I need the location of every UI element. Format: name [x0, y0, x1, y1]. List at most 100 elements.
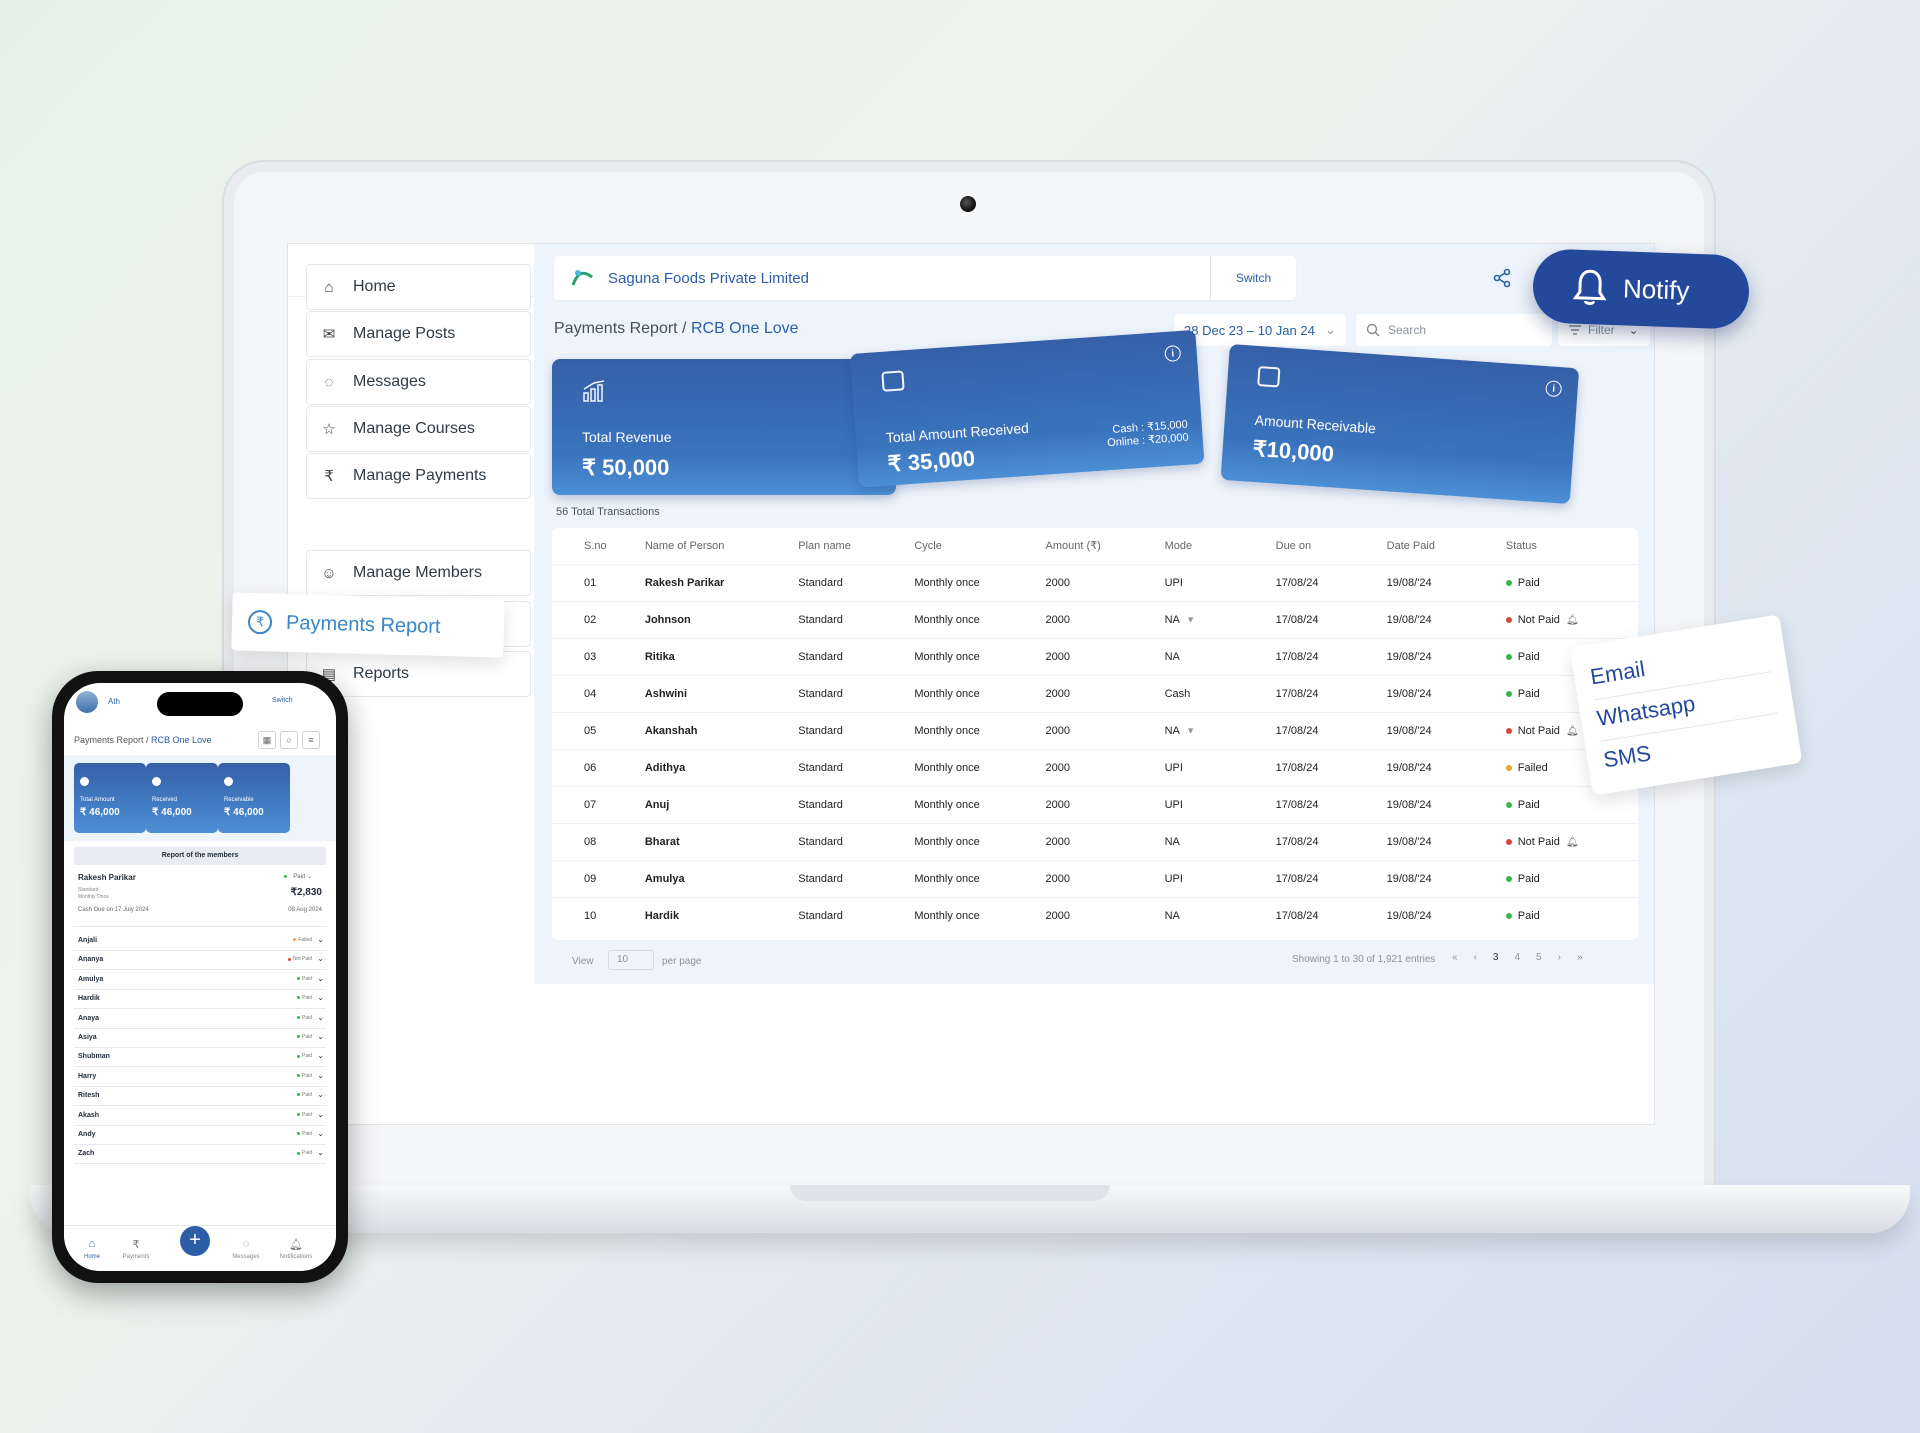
tab-home[interactable]: Home [70, 1254, 114, 1260]
status-badge: Not Paid 🔔︎ [1505, 600, 1638, 638]
phone-org-name: Ath [108, 697, 121, 706]
table-row[interactable]: 10 Hardik Standard Monthly once 2000 NA 17/08/… [552, 896, 1638, 934]
page-link[interactable]: ‹ [1474, 952, 1477, 963]
cell-name: Akanshah [644, 711, 799, 749]
table-row[interactable]: 04 Ashwini Standard Monthly once 2000 Cash 17/… [552, 674, 1638, 712]
column-header[interactable]: S.no [552, 528, 645, 564]
cell-plan: Standard [798, 859, 915, 897]
phone-member-expanded[interactable]: Rakesh Parikar Paid ⌄ ₹2,830 Standard Mon… [74, 867, 326, 927]
bell-icon[interactable]: 🔔︎ [1566, 615, 1579, 626]
chevron-down-icon[interactable]: ⌄ [317, 1110, 324, 1119]
phone-summary-card[interactable]: Total Amount ₹ 46,000 [74, 763, 146, 833]
sidebar-item-messages[interactable]: ◌ Messages [306, 359, 531, 405]
chevron-down-icon[interactable]: ⌄ [317, 954, 324, 963]
cell-mode: NA [1164, 896, 1276, 934]
phone-summary-card[interactable]: Receivable ₹ 46,000 [218, 763, 290, 833]
tab-messages[interactable]: Messages [224, 1254, 268, 1260]
page-link[interactable]: » [1577, 952, 1583, 963]
tab-notifications[interactable]: Notifications [274, 1254, 318, 1260]
share-icon[interactable] [1492, 268, 1512, 288]
cell-sno: 01 [552, 563, 645, 601]
phone-summary-card[interactable]: Received ₹ 46,000 [146, 763, 218, 833]
tab-payments[interactable]: Payments [114, 1254, 158, 1260]
bell-icon: 🔔︎ [289, 1239, 303, 1251]
phone-report-title: Report of the members [74, 847, 326, 865]
cell-mode: NA [1164, 637, 1276, 675]
total-received-card[interactable]: i Total Amount Received ₹ 35,000 Cash : … [850, 329, 1205, 488]
info-icon[interactable]: i [1164, 344, 1182, 363]
phone-switch-button[interactable]: Switch [272, 697, 293, 704]
member-status: Paid [296, 1034, 312, 1040]
column-header[interactable]: Due on [1276, 528, 1387, 564]
chevron-down-icon[interactable]: ⌄ [317, 1129, 324, 1138]
chevron-down-icon[interactable]: ⌄ [317, 1013, 324, 1022]
chevron-down-icon[interactable]: ⌄ [317, 935, 324, 944]
cell-amount: 2000 [1045, 785, 1165, 823]
filter-icon[interactable]: ≡ [302, 731, 320, 749]
table-row[interactable]: 06 Adithya Standard Monthly once 2000 UPI 17/0… [552, 748, 1638, 786]
bell-icon[interactable]: 🔔︎ [1566, 837, 1579, 848]
chevron-down-icon[interactable]: ▾ [1188, 725, 1194, 737]
cell-due: 17/08/24 [1275, 859, 1387, 897]
page-link[interactable]: « [1452, 952, 1458, 963]
sidebar-item-label: Manage Posts [353, 325, 456, 342]
cell-cycle: Monthly once [914, 637, 1046, 675]
sidebar-item-home[interactable]: ⌂ Home [306, 264, 531, 310]
column-header[interactable]: Date Paid [1387, 528, 1506, 564]
chevron-down-icon[interactable]: ⌄ [317, 1071, 324, 1080]
page-link[interactable]: 5 [1536, 952, 1542, 963]
chevron-down-icon[interactable]: ⌄ [317, 974, 324, 983]
chevron-down-icon[interactable]: ⌄ [317, 1090, 324, 1099]
bell-icon[interactable]: 🔔︎ [1566, 726, 1579, 737]
notify-button[interactable]: Notify [1531, 248, 1751, 330]
breadcrumb-current: RCB One Love [690, 320, 799, 337]
sidebar-item-manage-courses[interactable]: ☆ Manage Courses [306, 406, 531, 452]
chevron-down-icon[interactable]: ⌄ [317, 1051, 324, 1060]
cell-due: 17/08/24 [1275, 896, 1387, 934]
date-range-picker[interactable]: 28 Dec 23 – 10 Jan 24 ⌄ [1174, 314, 1346, 346]
table-row[interactable]: 07 Anuj Standard Monthly once 2000 UPI 17/08/2… [552, 785, 1638, 823]
total-revenue-card[interactable]: i Total Revenue ₹ 50,000 [552, 359, 896, 495]
search-icon[interactable]: ○ [280, 731, 298, 749]
list-item[interactable]: Zach Paid ⌄ [74, 1142, 326, 1165]
payments-report-nav-item[interactable]: ₹ Payments Report [231, 592, 505, 658]
search-input[interactable]: Search [1356, 314, 1552, 346]
page-link[interactable]: 4 [1514, 952, 1520, 963]
avatar[interactable] [76, 691, 98, 713]
table-row[interactable]: 03 Ritika Standard Monthly once 2000 NA 17/08/… [552, 637, 1638, 675]
column-header[interactable]: Name of Person [645, 528, 798, 564]
sidebar-item-manage-payments[interactable]: ₹ Manage Payments [306, 453, 531, 499]
add-button[interactable]: + [180, 1226, 210, 1256]
cell-cycle: Monthly once [914, 859, 1046, 897]
table-row[interactable]: 02 Johnson Standard Monthly once 2000 NA ▾ 17/0… [552, 600, 1638, 638]
column-header[interactable]: Amount (₹) [1046, 528, 1165, 564]
table-row[interactable]: 05 Akanshah Standard Monthly once 2000 NA ▾ 17/… [552, 711, 1638, 749]
cell-paid: 19/08/'24 [1386, 600, 1506, 638]
calendar-icon[interactable]: ▦ [258, 731, 276, 749]
column-header[interactable]: Cycle [914, 528, 1045, 564]
payments-icon: ₹ [324, 468, 334, 485]
amount-receivable-card[interactable]: i Amount Receivable ₹10,000 [1220, 344, 1580, 505]
breadcrumb-root[interactable]: Payments Report / [554, 320, 691, 337]
switch-org-button[interactable]: Switch [1210, 256, 1296, 300]
cell-paid: 19/08/'24 [1386, 563, 1506, 601]
page-link[interactable]: 3 [1493, 952, 1499, 963]
page-link[interactable]: › [1558, 952, 1561, 963]
table-row[interactable]: 01 Rakesh Parikar Standard Monthly once 2000… [552, 563, 1638, 601]
chevron-down-icon[interactable]: ⌄ [317, 993, 324, 1002]
info-icon[interactable]: i [1545, 380, 1563, 398]
chevron-down-icon[interactable]: ⌄ [317, 1148, 324, 1157]
member-status: Not Paid [287, 956, 312, 962]
column-header[interactable]: Plan name [798, 528, 914, 564]
home-icon: ⌂ [88, 1238, 96, 1250]
sidebar-item-manage-members[interactable]: ☺ Manage Members [306, 550, 531, 596]
column-header[interactable]: Mode [1165, 528, 1276, 564]
sidebar-item-manage-posts[interactable]: ✉ Manage Posts [306, 311, 531, 357]
table-row[interactable]: 09 Amulya Standard Monthly once 2000 UPI 17/08… [552, 859, 1638, 897]
breadcrumb-root[interactable]: Payments Report / [74, 735, 151, 745]
column-header[interactable]: Status [1506, 528, 1638, 564]
chevron-down-icon[interactable]: ▾ [1188, 614, 1194, 626]
per-page-select[interactable]: 10 [608, 950, 654, 970]
chevron-down-icon[interactable]: ⌄ [317, 1032, 324, 1041]
table-row[interactable]: 08 Bharat Standard Monthly once 2000 NA 17/08/… [552, 822, 1638, 860]
